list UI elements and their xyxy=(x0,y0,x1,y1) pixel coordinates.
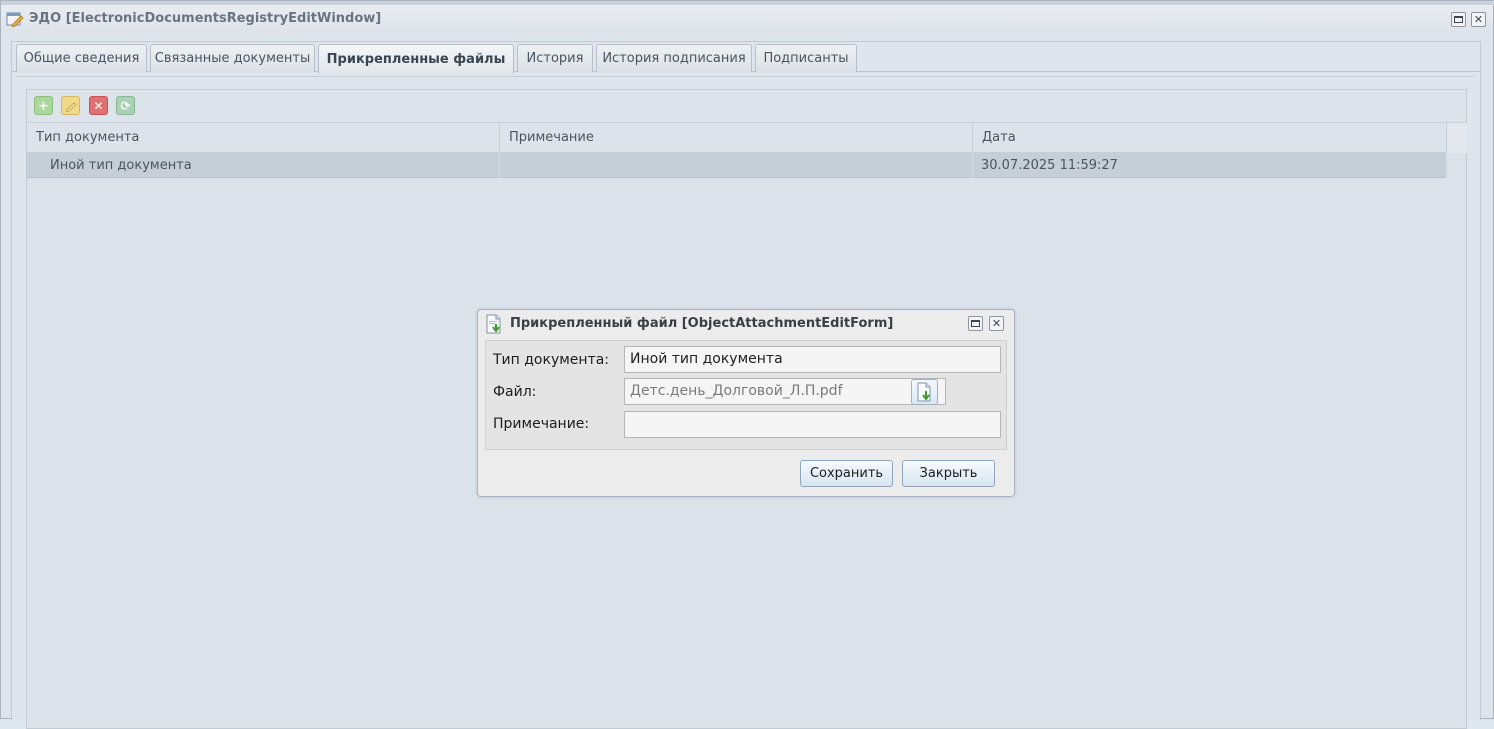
maximize-icon xyxy=(1454,16,1463,23)
file-download-icon xyxy=(917,382,931,402)
dialog-close-button[interactable]: ✕ xyxy=(989,316,1004,331)
add-button[interactable]: + xyxy=(34,96,53,115)
note-field[interactable] xyxy=(624,411,1001,438)
column-header-note[interactable]: Примечание xyxy=(500,123,973,153)
file-download-icon xyxy=(484,314,504,334)
close-icon: ✕ xyxy=(1473,13,1484,26)
refresh-icon: ⟳ xyxy=(120,99,131,113)
tab-signers[interactable]: Подписанты xyxy=(755,44,857,72)
attachment-edit-dialog: Прикрепленный файл [ObjectAttachmentEdit… xyxy=(477,309,1015,497)
tab-attached-files[interactable]: Прикрепленные файлы xyxy=(318,44,514,73)
cell-doc-type: Иной тип документа xyxy=(27,153,500,178)
window-title: ЭДО [ElectronicDocumentsRegistryEditWind… xyxy=(29,11,382,26)
file-label: Файл: xyxy=(493,384,537,400)
edit-button[interactable] xyxy=(61,96,80,115)
dialog-header: Прикрепленный файл [ObjectAttachmentEdit… xyxy=(478,310,1014,338)
dialog-maximize-button[interactable] xyxy=(968,316,983,331)
save-button[interactable]: Сохранить xyxy=(800,460,893,487)
refresh-button[interactable]: ⟳ xyxy=(116,96,135,115)
doc-type-label: Тип документа: xyxy=(493,352,610,368)
column-header-date[interactable]: Дата xyxy=(973,123,1447,153)
note-label: Примечание: xyxy=(493,416,590,432)
plus-icon: + xyxy=(38,99,49,114)
tab-strip: Общие сведения Связанные документы Прикр… xyxy=(12,42,1480,73)
file-field[interactable]: Детс.день_Долговой_Л.П.pdf xyxy=(624,378,946,405)
tab-history[interactable]: История xyxy=(517,44,593,72)
dialog-form: Тип документа: Иной тип документа Файл: … xyxy=(485,340,1007,450)
cell-note xyxy=(500,153,973,178)
maximize-icon xyxy=(971,320,980,327)
column-header-doc-type[interactable]: Тип документа xyxy=(27,123,500,153)
close-window-button[interactable]: ✕ xyxy=(1471,12,1486,27)
grid-header: Тип документа Примечание Дата xyxy=(27,123,1447,153)
delete-icon: ✕ xyxy=(93,99,104,113)
window-header: ЭДО [ElectronicDocumentsRegistryEditWind… xyxy=(1,5,1493,33)
grid-toolbar: + ✕ ⟳ xyxy=(27,90,1466,123)
maximize-button[interactable] xyxy=(1451,12,1466,27)
delete-button[interactable]: ✕ xyxy=(89,96,108,115)
doc-type-field[interactable]: Иной тип документа xyxy=(624,346,1001,373)
cell-date: 30.07.2025 11:59:27 xyxy=(973,153,1447,178)
dialog-title: Прикрепленный файл [ObjectAttachmentEdit… xyxy=(510,316,894,331)
select-file-button[interactable] xyxy=(911,379,938,405)
tab-related-documents[interactable]: Связанные документы xyxy=(150,44,315,72)
edit-document-icon xyxy=(6,11,24,28)
table-row[interactable]: Иной тип документа 30.07.2025 11:59:27 xyxy=(27,153,1447,178)
tab-signing-history[interactable]: История подписания xyxy=(596,44,752,72)
grid-header-scroll-spacer xyxy=(1447,123,1467,153)
close-button[interactable]: Закрыть xyxy=(902,460,995,487)
close-icon: ✕ xyxy=(991,317,1002,330)
pencil-icon xyxy=(65,102,76,113)
tab-general[interactable]: Общие сведения xyxy=(16,44,147,72)
